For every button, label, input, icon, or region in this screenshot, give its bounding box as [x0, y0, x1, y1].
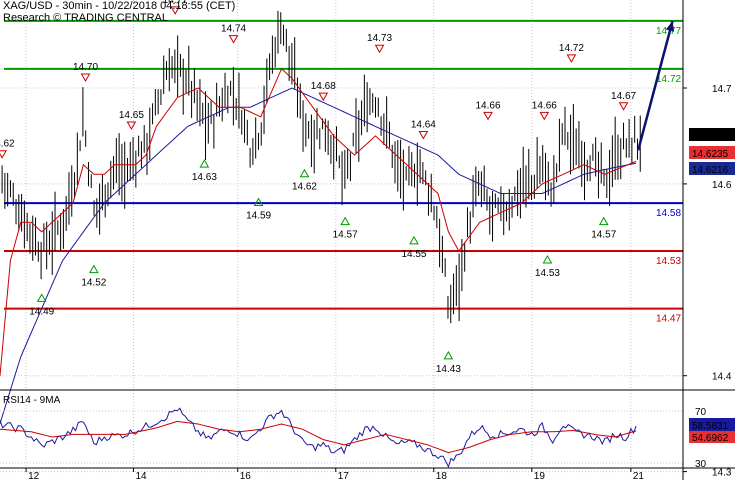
swing-low-label: 14.49 [29, 306, 54, 317]
rsi-tick-label: 70 [695, 407, 707, 418]
swing-high-label: 14.66 [475, 100, 500, 111]
value-tag-label: 14.6216 [692, 165, 729, 176]
rsi-ma-line [0, 420, 637, 454]
swing-low-label: 14.55 [401, 249, 426, 260]
swing-low-marker [542, 255, 553, 264]
swing-high-marker [0, 150, 7, 159]
time-tick-label: 12 [28, 471, 40, 480]
rsi-panel: 70 30 58.583154.6962 [0, 407, 735, 470]
swing-high-label: 14.73 [367, 33, 392, 44]
swing-high-label: 14.72 [559, 43, 584, 54]
chart-title: XAG/USD - 30min - 10/22/2018 04:18:55 (C… [3, 0, 236, 12]
swing-high-marker [126, 121, 137, 130]
swing-high-label: 14.62 [0, 139, 15, 150]
pivot-level-label: 14.58 [656, 208, 681, 219]
swing-high-label: 14.68 [311, 81, 336, 92]
swing-low-marker [409, 235, 419, 245]
forecast-arrow [636, 20, 675, 151]
swing-high-label: 14.67 [611, 91, 636, 102]
swing-high-marker [418, 131, 429, 140]
swing-low-marker [199, 159, 210, 168]
swing-high-marker [318, 92, 329, 102]
support-level-label: 14.53 [656, 256, 681, 267]
swing-high-marker [80, 73, 91, 83]
price-tick-label: 14.6 [712, 180, 732, 191]
value-tag-label: 14.655 [692, 131, 723, 142]
support-level-label: 14.47 [656, 314, 681, 325]
swing-high-marker [374, 44, 385, 54]
swing-high-label: 14.74 [221, 24, 246, 35]
chart-source: Research © TRADING CENTRAL [3, 12, 168, 24]
swing-low-label: 14.62 [292, 182, 317, 193]
price-tick-label: 14.3 [712, 468, 732, 479]
swing-low-marker [340, 216, 351, 226]
swing-low-marker [443, 350, 454, 360]
swing-low-marker [299, 168, 310, 178]
fast-moving-average-line [0, 67, 637, 376]
swing-high-label: 14.70 [73, 62, 98, 73]
swing-low-label: 14.57 [591, 230, 616, 241]
swing-high-marker [539, 111, 550, 121]
time-tick-label: 18 [436, 471, 448, 480]
swing-low-marker [88, 264, 99, 274]
swing-low-label: 14.57 [333, 230, 358, 241]
swing-low-marker [253, 197, 264, 206]
swing-low-marker [36, 293, 47, 302]
time-tick-label: 17 [338, 471, 350, 480]
rsi-ma-value-label: 54.6962 [692, 433, 729, 444]
time-tick-label: 21 [633, 471, 645, 480]
price-tick-label: 14.7 [712, 84, 732, 95]
swing-markers: 14.6214.7014.6514.7714.7414.6814.7314.64… [0, 0, 637, 375]
swing-high-label: 14.64 [411, 120, 436, 131]
swing-high-marker [228, 35, 239, 44]
rsi-tick-label: 30 [695, 459, 707, 470]
swing-low-label: 14.59 [246, 210, 271, 221]
price-tick-label: 14.4 [712, 372, 732, 383]
resistance-level-label: 14.72 [656, 74, 681, 85]
rsi-value-label: 58.5831 [692, 421, 729, 432]
swing-low-marker [598, 216, 609, 226]
swing-high-label: 14.65 [119, 110, 144, 121]
swing-low-label: 14.53 [535, 268, 560, 279]
swing-high-marker [483, 111, 493, 121]
forecast-line [636, 20, 674, 151]
time-tick-label: 16 [240, 471, 252, 480]
swing-low-label: 14.43 [436, 364, 461, 375]
swing-high-label: 14.66 [532, 100, 557, 111]
time-tick-label: 14 [135, 471, 147, 480]
swing-low-label: 14.52 [81, 278, 106, 289]
swing-low-label: 14.63 [192, 172, 217, 183]
rsi-label: RSI14 - 9MA [3, 395, 61, 406]
price-chart: 14.7714.7214.5814.5314.47 14.6214.7014.6… [0, 0, 735, 480]
swing-high-marker [618, 102, 629, 111]
axes: 14.7 14.6 14.4 14.3 12 14 16 17 18 19 21 14.655 14.6… [0, 0, 735, 480]
value-tag-label: 14.6235 [692, 149, 729, 160]
time-tick-label: 19 [534, 471, 546, 480]
swing-high-marker [566, 54, 577, 63]
slow-moving-average-line [0, 87, 637, 424]
